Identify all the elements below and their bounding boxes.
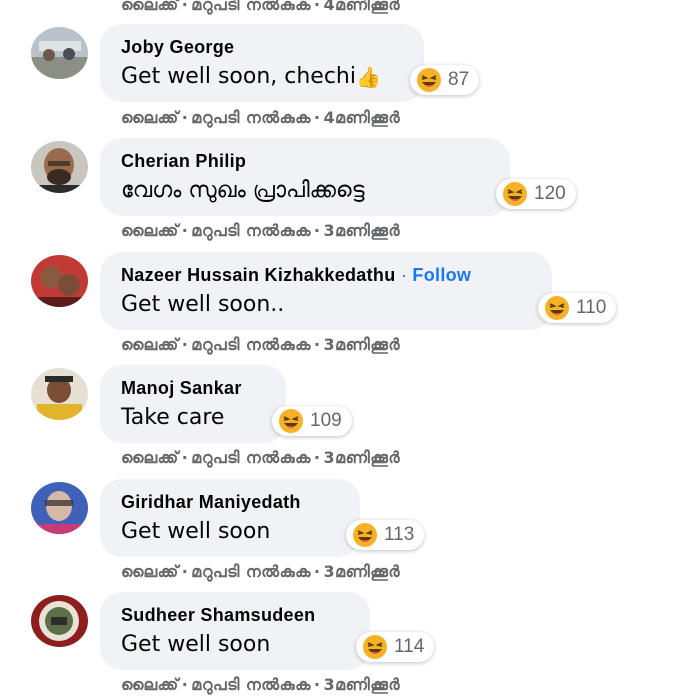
- reply-link[interactable]: മറുപടി നൽകുക: [191, 448, 311, 467]
- comment-text: Get well soon..: [121, 292, 285, 317]
- haha-reaction-icon: [278, 408, 304, 434]
- haha-reaction-icon: [544, 295, 570, 321]
- author-name[interactable]: Nazeer Hussain Kizhakkedathu: [121, 265, 396, 285]
- timestamp[interactable]: 4മണിക്കൂർ: [323, 108, 400, 127]
- comment-text: Get well soon: [121, 632, 271, 657]
- comment-actions: ലൈക്ക് · മറുപടി നൽകുക · 3മണിക്കൂർ: [121, 447, 400, 469]
- separator: ·: [181, 335, 189, 354]
- reaction-summary[interactable]: 120: [496, 179, 576, 209]
- thumbs-up-emoji: 👍: [356, 65, 381, 89]
- comment-actions: ലൈക്ക് · മറുപടി നൽകുക · 4മണിക്കൂർ: [121, 107, 400, 129]
- comment-actions: ലൈക്ക് · മറുപടി നൽകുക · 3മണിക്കൂർ: [121, 220, 400, 242]
- comment-bubble: Giridhar Maniyedath Get well soon: [100, 479, 360, 557]
- reaction-summary[interactable]: 114: [356, 632, 435, 662]
- reply-link[interactable]: മറുപടി നൽകുക: [191, 0, 311, 14]
- author-name[interactable]: Joby George: [121, 37, 234, 58]
- comment-bubble: Sudheer Shamsudeen Get well soon: [100, 592, 370, 670]
- like-link[interactable]: ലൈക്ക്: [121, 448, 179, 467]
- reaction-summary[interactable]: 87: [410, 65, 480, 95]
- timestamp[interactable]: 3മണിക്കൂർ: [323, 221, 400, 240]
- reply-link[interactable]: മറുപടി നൽകുക: [191, 335, 311, 354]
- avatar[interactable]: [31, 141, 88, 193]
- author-name[interactable]: Giridhar Maniyedath: [121, 492, 301, 513]
- comment-actions: ലൈക്ക് · മറുപടി നൽകുക · 3മണിക്കൂർ: [121, 334, 400, 356]
- comment-text: Get well soon: [121, 519, 271, 544]
- reaction-count: 120: [534, 183, 566, 204]
- timestamp[interactable]: 3മണിക്കൂർ: [323, 562, 400, 581]
- avatar[interactable]: [31, 27, 88, 79]
- reply-link[interactable]: മറുപടി നൽകുക: [191, 675, 311, 694]
- timestamp[interactable]: 3മണിക്കൂർ: [323, 448, 400, 467]
- author-name[interactable]: Manoj Sankar: [121, 378, 242, 399]
- comment-text: Take care: [121, 405, 225, 430]
- haha-reaction-icon: [502, 181, 528, 207]
- reaction-summary[interactable]: 113: [346, 520, 425, 550]
- haha-reaction-icon: [362, 634, 388, 660]
- reaction-count: 114: [394, 636, 425, 657]
- comment-actions: ലൈക്ക് · മറുപടി നൽകുക · 3മണിക്കൂർ: [121, 674, 400, 696]
- reaction-count: 87: [448, 69, 470, 90]
- separator: ·: [181, 675, 189, 694]
- avatar[interactable]: [31, 255, 88, 307]
- separator: ·: [313, 335, 321, 354]
- reaction-count: 109: [310, 410, 342, 431]
- separator: ·: [313, 675, 321, 694]
- like-link[interactable]: ലൈക്ക്: [121, 562, 179, 581]
- like-link[interactable]: ലൈക്ക്: [121, 675, 179, 694]
- avatar[interactable]: [31, 595, 88, 647]
- avatar[interactable]: [31, 482, 88, 534]
- reply-link[interactable]: മറുപടി നൽകുക: [191, 562, 311, 581]
- timestamp[interactable]: 4മണിക്കൂർ: [323, 0, 400, 14]
- reaction-count: 113: [384, 524, 415, 545]
- separator: ·: [181, 108, 189, 127]
- timestamp[interactable]: 3മണിക്കൂർ: [323, 335, 400, 354]
- reaction-count: 110: [576, 297, 607, 318]
- comment-bubble: Nazeer Hussain Kizhakkedathu · Follow Ge…: [100, 252, 552, 330]
- separator: ·: [313, 448, 321, 467]
- follow-button[interactable]: Follow: [412, 265, 471, 285]
- reply-link[interactable]: മറുപടി നൽകുക: [191, 221, 311, 240]
- author-name[interactable]: Sudheer Shamsudeen: [121, 605, 315, 626]
- reply-link[interactable]: മറുപടി നൽകുക: [191, 108, 311, 127]
- comment-text: വേഗം സുഖം പ്രാപിക്കട്ടെ: [121, 178, 365, 203]
- separator: ·: [181, 448, 189, 467]
- separator: ·: [400, 265, 408, 285]
- avatar[interactable]: [31, 368, 88, 420]
- comment-text: Get well soon, chechi👍: [121, 64, 381, 89]
- separator: ·: [313, 0, 321, 14]
- like-link[interactable]: ലൈക്ക്: [121, 221, 179, 240]
- reaction-summary[interactable]: 110: [538, 293, 617, 323]
- haha-reaction-icon: [416, 67, 442, 93]
- like-link[interactable]: ലൈക്ക്: [121, 0, 179, 14]
- like-link[interactable]: ലൈക്ക്: [121, 335, 179, 354]
- separator: ·: [313, 221, 321, 240]
- haha-reaction-icon: [352, 522, 378, 548]
- author-name[interactable]: Cherian Philip: [121, 151, 246, 172]
- comment-actions-previous: ലൈക്ക് · മറുപടി നൽകുക · 4മണിക്കൂർ: [121, 0, 400, 16]
- comment-bubble: Joby George Get well soon, chechi👍: [100, 24, 424, 102]
- like-link[interactable]: ലൈക്ക്: [121, 108, 179, 127]
- separator: ·: [313, 108, 321, 127]
- separator: ·: [181, 221, 189, 240]
- comment-bubble: Manoj Sankar Take care: [100, 365, 286, 443]
- reaction-summary[interactable]: 109: [272, 406, 352, 436]
- separator: ·: [313, 562, 321, 581]
- separator: ·: [181, 0, 189, 14]
- separator: ·: [181, 562, 189, 581]
- comment-bubble: Cherian Philip വേഗം സുഖം പ്രാപിക്കട്ടെ: [100, 138, 510, 216]
- timestamp[interactable]: 3മണിക്കൂർ: [323, 675, 400, 694]
- comment-actions: ലൈക്ക് · മറുപടി നൽകുക · 3മണിക്കൂർ: [121, 561, 400, 583]
